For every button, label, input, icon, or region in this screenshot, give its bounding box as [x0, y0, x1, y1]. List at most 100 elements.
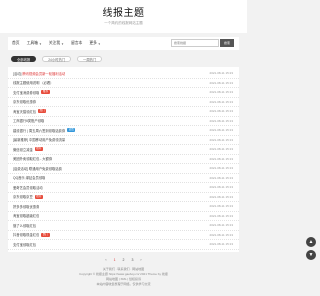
post-title[interactable]: 微信领立减金 — [13, 147, 33, 152]
list-item[interactable]: 微信领立减金 推荐 2021-08-11 15:13 — [8, 145, 239, 155]
post-title[interactable]: 建设银行 | 周五周六签到领取话费券 — [13, 128, 65, 133]
list-item[interactable]: 线报主题使用说明 （必看） 2021-08-11 15:13 — [8, 79, 239, 88]
tab-0[interactable]: 全部线报 — [11, 56, 37, 62]
post-date: 2021-08-11 15:23 — [209, 71, 233, 76]
post-title[interactable]: 京东领取优惠券 — [13, 99, 36, 104]
post-title[interactable]: [话费活动] 联通用户免费领取话费 — [13, 166, 62, 171]
post-list: [活动] 腾讯视频会员新一轮福利活动 2021-08-11 15:23 线报主题使用… — [8, 67, 239, 252]
post-title-text: 京东领取京豆 — [13, 195, 33, 200]
post-title-text: [话费活动] 联通用户免费领取话费 — [13, 166, 62, 171]
post-date: 2021-08-11 15:13 — [209, 232, 233, 237]
post-title-text: 淘宝领取超级红包 — [13, 214, 40, 219]
tab-1[interactable]: 24小时热门 — [42, 56, 72, 62]
post-title-text: 淘宝天猫领红包 — [13, 109, 37, 114]
post-date: 2021-08-11 15:13 — [209, 223, 233, 228]
post-title-text: 拼多多领取优惠券 — [13, 204, 40, 209]
post-badge: 热门 — [41, 232, 50, 237]
site-footer: 关于我们 · 联系我们 · 网站地图 Copyright © 线报主题 http… — [0, 267, 247, 288]
post-title[interactable]: 抖音领取现金红包 — [13, 232, 39, 237]
list-item[interactable]: 拼多多领取优惠券 2021-08-11 15:13 — [8, 202, 239, 212]
site-subtitle: 一个简约的线报网站主题 — [104, 21, 143, 25]
post-date: 2021-08-11 15:13 — [209, 99, 233, 104]
nav-item-label: 更多 — [89, 41, 97, 45]
post-date: 2021-08-11 15:13 — [209, 147, 233, 152]
post-title[interactable]: 京东领取京豆 — [13, 194, 33, 199]
list-item[interactable]: [最新推荐] 中国移动用户免费领流量 2021-08-11 15:13 — [8, 136, 239, 145]
list-item[interactable]: 工商银行Ⅱ类账户领取 2021-08-11 15:13 — [8, 117, 239, 126]
pagination: ‹ 1 2 3 › — [0, 258, 247, 262]
list-item[interactable]: 淘宝天猫领红包 热门 2021-08-11 15:13 — [8, 107, 239, 117]
post-title[interactable]: [最新推荐] 中国移动用户免费领流量 — [13, 137, 65, 142]
post-badge: 热门 — [38, 109, 47, 114]
post-title[interactable]: 淘宝天猫领红包 — [13, 109, 36, 114]
post-date: 2021-08-11 15:13 — [209, 185, 233, 190]
post-badge: 推荐 — [41, 90, 50, 95]
post-badge: 推荐 — [34, 147, 43, 152]
post-title-text: 微信领立减金 — [13, 147, 33, 152]
post-badge: 话费 — [67, 128, 76, 133]
page-link-2[interactable]: 2 — [123, 258, 125, 262]
post-title[interactable]: 线报主题使用说明 （必看） — [13, 80, 53, 85]
post-title[interactable]: 拼多多领取优惠券 — [13, 204, 39, 209]
post-title[interactable]: 爱奇艺会员领取活动 — [13, 185, 43, 190]
post-title-text: [活动] — [13, 71, 23, 76]
nav-item-label: 首页 — [12, 41, 20, 45]
list-item[interactable]: 支付宝消费券领取 推荐 2021-08-11 15:13 — [8, 88, 239, 98]
list-item[interactable]: 京东领取京豆 推荐 2021-08-11 15:13 — [8, 193, 239, 202]
scroll-bottom-button[interactable]: ▼ — [306, 250, 316, 260]
post-date: 2021-08-11 15:13 — [209, 204, 233, 209]
list-item[interactable]: [活动] 腾讯视频会员新一轮福利活动 2021-08-11 15:23 — [8, 69, 239, 79]
list-item[interactable]: [话费活动] 联通用户免费领取话费 2021-08-11 15:13 — [8, 164, 239, 174]
list-item[interactable]: 抖音领取现金红包 热门 2021-08-11 15:13 — [8, 231, 239, 240]
main-navbar: 首页 工具箱 ▼ 关注我 ▼ 留言本 更多 ▼ 搜索 — [8, 37, 239, 50]
list-item[interactable]: QQ音乐 绿钻会员领取 2021-08-11 15:13 — [8, 174, 239, 183]
post-title[interactable]: 支付宝领取红包 — [13, 242, 36, 247]
post-title-text: 线报主题使用说明 （必看） — [13, 81, 54, 86]
post-title-text: 饿了么领取红包 — [13, 223, 37, 228]
post-date: 2021-08-11 15:13 — [209, 137, 233, 142]
nav-item-label: 工具箱 — [26, 41, 38, 45]
list-item[interactable]: 饿了么领取红包 2021-08-11 15:13 — [8, 221, 239, 231]
nav-item-3[interactable]: 留言本 — [71, 41, 82, 46]
list-item[interactable]: 建设银行 | 周五周六签到领取话费券 话费 2021-08-11 15:13 — [8, 126, 239, 136]
next-page-button[interactable]: › — [140, 258, 141, 262]
post-date: 2021-08-11 15:13 — [209, 128, 233, 133]
search-button[interactable]: 搜索 — [220, 39, 234, 47]
list-item[interactable]: 美团外卖领取红包 - 大额券 2021-08-11 15:13 — [8, 155, 239, 164]
post-title[interactable]: 饿了么领取红包 — [13, 223, 36, 228]
list-item[interactable]: 支付宝领取红包 2021-08-11 15:13 — [8, 240, 239, 250]
chevron-down-icon: ▼ — [38, 41, 42, 46]
scroll-top-button[interactable]: ▲ — [306, 237, 316, 247]
page-link-3[interactable]: 3 — [131, 258, 133, 262]
footer-disclaimer: 本站内容收集整理于网络，仅供学习交流 — [96, 282, 151, 287]
post-title[interactable]: 美团外卖领取红包 - 大额券 — [13, 156, 52, 161]
post-title[interactable]: [活动] 腾讯视频会员新一轮福利活动 — [13, 71, 65, 76]
tab-2[interactable]: 一周热门 — [77, 56, 103, 62]
nav-item-label: 关注我 — [48, 41, 61, 45]
post-title[interactable]: 工商银行Ⅱ类账户领取 — [13, 118, 44, 123]
filter-tabs: 全部线报 24小时热门 一周热门 — [8, 53, 239, 65]
prev-page-button[interactable]: ‹ — [105, 258, 106, 262]
post-date: 2021-08-11 15:13 — [209, 213, 233, 218]
post-title[interactable]: 支付宝消费券领取 — [13, 90, 39, 95]
post-title[interactable]: QQ音乐 绿钻会员领取 — [13, 175, 45, 180]
nav-item-4[interactable]: 更多 ▼ — [89, 41, 100, 46]
post-title-text: 爱奇艺会员领取活动 — [13, 185, 43, 190]
post-date: 2021-08-11 15:13 — [209, 80, 233, 85]
post-date: 2021-08-11 15:13 — [209, 242, 233, 247]
post-date: 2021-08-11 15:13 — [209, 156, 233, 161]
list-item[interactable]: 淘宝领取超级红包 2021-08-11 15:13 — [8, 212, 239, 221]
nav-item-2[interactable]: 关注我 ▼ — [49, 41, 64, 46]
search-input[interactable] — [171, 39, 219, 47]
post-title[interactable]: 淘宝领取超级红包 — [13, 213, 39, 218]
site-title[interactable]: 线报主题 — [0, 9, 247, 19]
list-item[interactable]: 爱奇艺会员领取活动 2021-08-11 15:13 — [8, 183, 239, 193]
post-date: 2021-08-11 15:13 — [209, 175, 233, 180]
chevron-down-icon: ▼ — [61, 41, 64, 46]
post-title-text: 建设银行 | 周五周六签到领取话费券 — [13, 128, 66, 133]
page-link-1[interactable]: 1 — [114, 258, 116, 262]
list-item[interactable]: 京东领取优惠券 2021-08-11 15:13 — [8, 98, 239, 107]
nav-item-1[interactable]: 工具箱 ▼ — [27, 41, 42, 46]
post-title-highlight: 腾讯视频会员新一轮福利活动 — [22, 71, 66, 76]
nav-item-0[interactable]: 首页 — [12, 41, 20, 46]
